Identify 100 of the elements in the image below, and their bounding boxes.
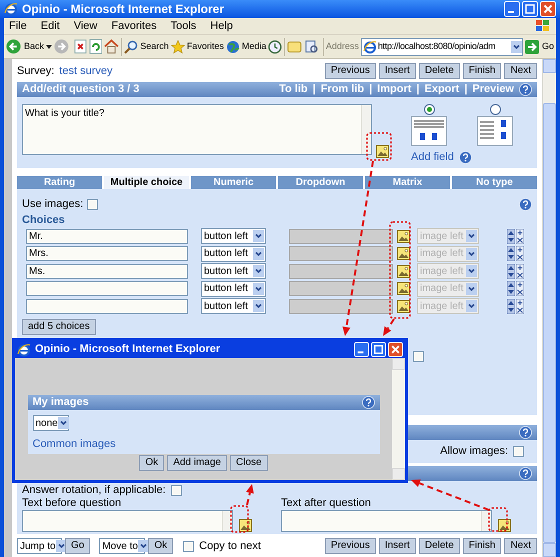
back-button[interactable]: Back bbox=[6, 39, 44, 54]
radio-button[interactable] bbox=[490, 104, 500, 115]
text-area[interactable] bbox=[281, 510, 492, 532]
dropdown[interactable]: button left bbox=[201, 246, 266, 262]
nav-button[interactable]: Next bbox=[504, 63, 537, 79]
link-separator: | bbox=[312, 82, 316, 98]
scrollbar[interactable] bbox=[542, 59, 556, 557]
image-icon[interactable] bbox=[376, 145, 389, 158]
help-icon[interactable] bbox=[519, 198, 532, 210]
image-icon[interactable] bbox=[397, 282, 410, 295]
browser-icon bbox=[4, 2, 18, 16]
question-type-tab[interactable]: Multiple choice bbox=[104, 176, 189, 189]
choice-input[interactable] bbox=[26, 281, 188, 296]
add-remove-icon[interactable] bbox=[516, 246, 524, 261]
image-icon[interactable] bbox=[397, 230, 410, 242]
add-remove-icon[interactable] bbox=[516, 281, 524, 296]
add-remove-icon[interactable] bbox=[516, 298, 524, 314]
up-down-arrows-icon[interactable] bbox=[507, 264, 515, 278]
nav-button[interactable]: Previous bbox=[324, 538, 376, 554]
checkbox[interactable] bbox=[183, 540, 194, 552]
image-icon[interactable] bbox=[397, 264, 410, 278]
dropdown[interactable]: Move to bbox=[99, 538, 146, 554]
checkbox[interactable] bbox=[170, 485, 182, 496]
nav-button[interactable]: Delete bbox=[418, 538, 460, 554]
address-field[interactable]: http://localhost:8080/opinio/adm bbox=[360, 38, 523, 56]
choice-input[interactable] bbox=[26, 298, 188, 314]
help-icon[interactable] bbox=[458, 150, 472, 164]
up-down-arrows-icon[interactable] bbox=[507, 228, 515, 244]
nav-button[interactable]: Finish bbox=[462, 538, 502, 554]
dropdown[interactable]: Jump to bbox=[17, 538, 62, 554]
search-icon bbox=[124, 40, 138, 54]
radio-button[interactable] bbox=[424, 104, 434, 115]
menu-item[interactable]: File bbox=[9, 18, 27, 34]
choice-input[interactable]: Mr. bbox=[26, 228, 188, 244]
close-button[interactable] bbox=[540, 1, 556, 17]
help-icon[interactable] bbox=[362, 396, 374, 409]
text-area[interactable]: What is your title? bbox=[22, 104, 372, 155]
dropdown[interactable]: button left bbox=[201, 263, 266, 279]
add-remove-icon[interactable] bbox=[516, 264, 524, 278]
image-icon[interactable] bbox=[239, 519, 252, 532]
close-button[interactable] bbox=[388, 342, 403, 357]
add-field-link[interactable]: Add field bbox=[411, 149, 454, 166]
refresh-icon[interactable] bbox=[88, 39, 102, 54]
stop-icon[interactable] bbox=[74, 39, 87, 54]
menu-item[interactable]: Edit bbox=[40, 18, 60, 34]
print-icon[interactable] bbox=[304, 40, 319, 54]
menu-item[interactable]: Help bbox=[210, 18, 233, 34]
scrollbar[interactable] bbox=[392, 358, 405, 480]
image-icon[interactable] bbox=[498, 519, 511, 532]
up-down-arrows-icon[interactable] bbox=[507, 246, 515, 261]
maximize-button[interactable] bbox=[371, 342, 386, 357]
dropdown[interactable]: button left bbox=[201, 280, 266, 296]
text-area[interactable] bbox=[22, 510, 233, 532]
mail-icon[interactable] bbox=[287, 40, 302, 54]
add-choices-button[interactable]: add 5 choices bbox=[22, 319, 96, 335]
search-button[interactable]: Search bbox=[124, 40, 169, 54]
choice-input[interactable]: Mrs. bbox=[26, 246, 188, 261]
dropdown[interactable]: button left bbox=[201, 228, 266, 244]
nav-button[interactable]: Finish bbox=[462, 63, 502, 79]
up-down-arrows-icon[interactable] bbox=[507, 281, 515, 296]
checkbox[interactable] bbox=[87, 198, 98, 210]
favorites-button[interactable]: Favorites bbox=[170, 40, 224, 54]
checkbox[interactable] bbox=[513, 446, 524, 457]
nav-button[interactable]: Insert bbox=[378, 63, 416, 79]
menu-item[interactable]: Tools bbox=[170, 18, 196, 34]
common-images-link[interactable]: Common images bbox=[32, 436, 116, 452]
nav-button[interactable]: Previous bbox=[324, 63, 376, 79]
media-button[interactable]: Media bbox=[226, 40, 266, 54]
nav-button[interactable]: Delete bbox=[418, 63, 460, 79]
nav-button[interactable]: Next bbox=[504, 538, 537, 554]
dropdown[interactable]: button left bbox=[201, 298, 266, 314]
help-icon[interactable] bbox=[519, 426, 532, 439]
minimize-button[interactable] bbox=[354, 342, 369, 357]
help-icon[interactable] bbox=[519, 467, 532, 480]
dropdown[interactable]: none bbox=[32, 415, 68, 431]
help-icon[interactable] bbox=[519, 83, 532, 96]
go-button[interactable]: Go bbox=[524, 40, 554, 54]
dialog-button[interactable]: Close bbox=[230, 455, 268, 471]
ok-button[interactable]: Ok bbox=[148, 538, 174, 554]
add-remove-icon[interactable] bbox=[516, 228, 524, 244]
maximize-button[interactable] bbox=[522, 1, 538, 17]
dialog-button[interactable]: Ok bbox=[139, 455, 164, 471]
caret-icon[interactable] bbox=[46, 44, 52, 48]
nav-button[interactable]: Insert bbox=[378, 538, 416, 554]
choice-input[interactable]: Ms. bbox=[26, 264, 188, 278]
go-button[interactable]: Go bbox=[65, 538, 90, 554]
image-icon[interactable] bbox=[397, 247, 410, 260]
home-icon[interactable] bbox=[104, 39, 120, 54]
menu-item[interactable]: Favorites bbox=[111, 18, 157, 34]
browser-icon bbox=[17, 342, 31, 356]
checkbox[interactable] bbox=[413, 351, 424, 362]
survey-link[interactable]: test survey bbox=[59, 62, 112, 80]
history-icon[interactable] bbox=[268, 40, 282, 54]
image-icon[interactable] bbox=[397, 300, 410, 312]
menu-item[interactable]: View bbox=[74, 18, 98, 34]
up-down-arrows-icon[interactable] bbox=[507, 298, 515, 314]
dialog-button[interactable]: Add image bbox=[167, 455, 227, 471]
address-label: Address bbox=[326, 40, 359, 53]
minimize-button[interactable] bbox=[504, 1, 520, 17]
copy-to-next-label: Copy to next bbox=[199, 538, 261, 554]
